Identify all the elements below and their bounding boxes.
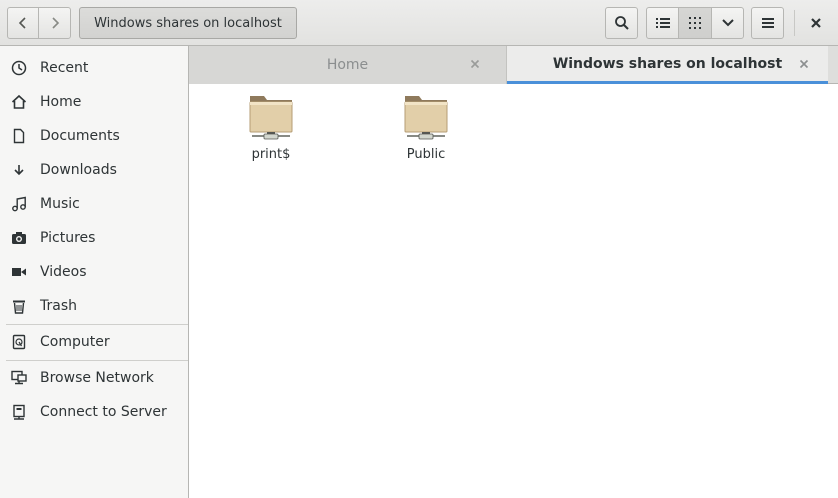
close-icon bbox=[470, 59, 480, 69]
close-icon bbox=[799, 59, 809, 69]
chevron-right-icon bbox=[51, 17, 59, 29]
search-button[interactable] bbox=[605, 7, 638, 39]
close-window-button[interactable] bbox=[800, 7, 832, 39]
server-icon bbox=[13, 404, 25, 420]
sidebar-item-documents[interactable]: Documents bbox=[0, 119, 188, 153]
close-icon bbox=[811, 18, 821, 28]
recent-icon bbox=[11, 60, 27, 76]
app-menu-button[interactable] bbox=[751, 7, 784, 39]
sidebar-item-label: Documents bbox=[40, 128, 120, 144]
tab-bar: Home Windows shares on localhost bbox=[189, 46, 838, 84]
tab-home[interactable]: Home bbox=[189, 46, 507, 84]
forward-button[interactable] bbox=[38, 7, 71, 39]
close-tab-button[interactable] bbox=[797, 57, 811, 71]
computer-icon bbox=[12, 334, 26, 350]
sidebar-item-connect-to-server[interactable]: Connect to Server bbox=[0, 395, 188, 429]
chevron-left-icon bbox=[18, 17, 26, 29]
search-icon bbox=[614, 16, 629, 30]
sidebar-item-browse-network[interactable]: Browse Network bbox=[0, 361, 188, 395]
network-folder-icon bbox=[404, 96, 448, 140]
sidebar-item-recent[interactable]: Recent bbox=[0, 51, 188, 85]
close-tab-button[interactable] bbox=[468, 57, 482, 71]
sidebar-item-videos[interactable]: Videos bbox=[0, 255, 188, 289]
sidebar-item-label: Browse Network bbox=[40, 370, 154, 386]
sidebar-item-label: Connect to Server bbox=[40, 404, 167, 420]
tab-windows-shares[interactable]: Windows shares on localhost bbox=[507, 46, 828, 84]
home-icon bbox=[11, 94, 27, 109]
location-path-label: Windows shares on localhost bbox=[94, 15, 282, 31]
view-options-button[interactable] bbox=[711, 7, 744, 39]
header-separator bbox=[794, 10, 795, 36]
sidebar-item-label: Music bbox=[40, 196, 80, 212]
pictures-icon bbox=[12, 232, 26, 244]
sidebar-item-trash[interactable]: Trash bbox=[0, 289, 188, 323]
file-name: Public bbox=[406, 147, 446, 162]
location-path-button[interactable]: Windows shares on localhost bbox=[79, 7, 297, 39]
file-item-public[interactable]: Public bbox=[386, 92, 466, 162]
sidebar-item-downloads[interactable]: Downloads bbox=[0, 153, 188, 187]
tab-label: Windows shares on localhost bbox=[552, 55, 783, 72]
trash-icon bbox=[13, 300, 25, 314]
header-bar: Windows shares on localhost bbox=[0, 0, 838, 46]
sidebar-item-label: Pictures bbox=[40, 230, 96, 246]
chevron-down-icon bbox=[721, 19, 734, 27]
back-button[interactable] bbox=[7, 7, 39, 39]
documents-icon bbox=[13, 128, 25, 144]
sidebar: Recent Home Documents Downloads Music Pi… bbox=[0, 46, 189, 498]
grid-view-button[interactable] bbox=[678, 7, 712, 39]
file-item-print[interactable]: print$ bbox=[231, 92, 311, 162]
sidebar-item-home[interactable]: Home bbox=[0, 85, 188, 119]
list-view-icon bbox=[655, 18, 670, 28]
sidebar-item-computer[interactable]: Computer bbox=[0, 325, 188, 359]
sidebar-item-music[interactable]: Music bbox=[0, 187, 188, 221]
list-view-button[interactable] bbox=[646, 7, 679, 39]
sidebar-item-label: Trash bbox=[40, 298, 77, 314]
file-view: print$ Public bbox=[189, 84, 838, 498]
sidebar-item-label: Home bbox=[40, 94, 82, 110]
hamburger-menu-icon bbox=[761, 18, 774, 28]
sidebar-item-label: Recent bbox=[40, 60, 89, 76]
downloads-icon bbox=[14, 165, 24, 176]
sidebar-item-label: Computer bbox=[40, 334, 110, 350]
network-icon bbox=[11, 370, 27, 385]
sidebar-item-pictures[interactable]: Pictures bbox=[0, 221, 188, 255]
music-icon bbox=[12, 196, 26, 212]
sidebar-item-label: Downloads bbox=[40, 162, 117, 178]
file-name: print$ bbox=[251, 147, 291, 162]
grid-view-icon bbox=[689, 17, 701, 29]
videos-icon bbox=[12, 268, 26, 276]
network-folder-icon bbox=[249, 96, 293, 140]
tab-label: Home bbox=[326, 57, 369, 73]
sidebar-item-label: Videos bbox=[40, 264, 87, 280]
